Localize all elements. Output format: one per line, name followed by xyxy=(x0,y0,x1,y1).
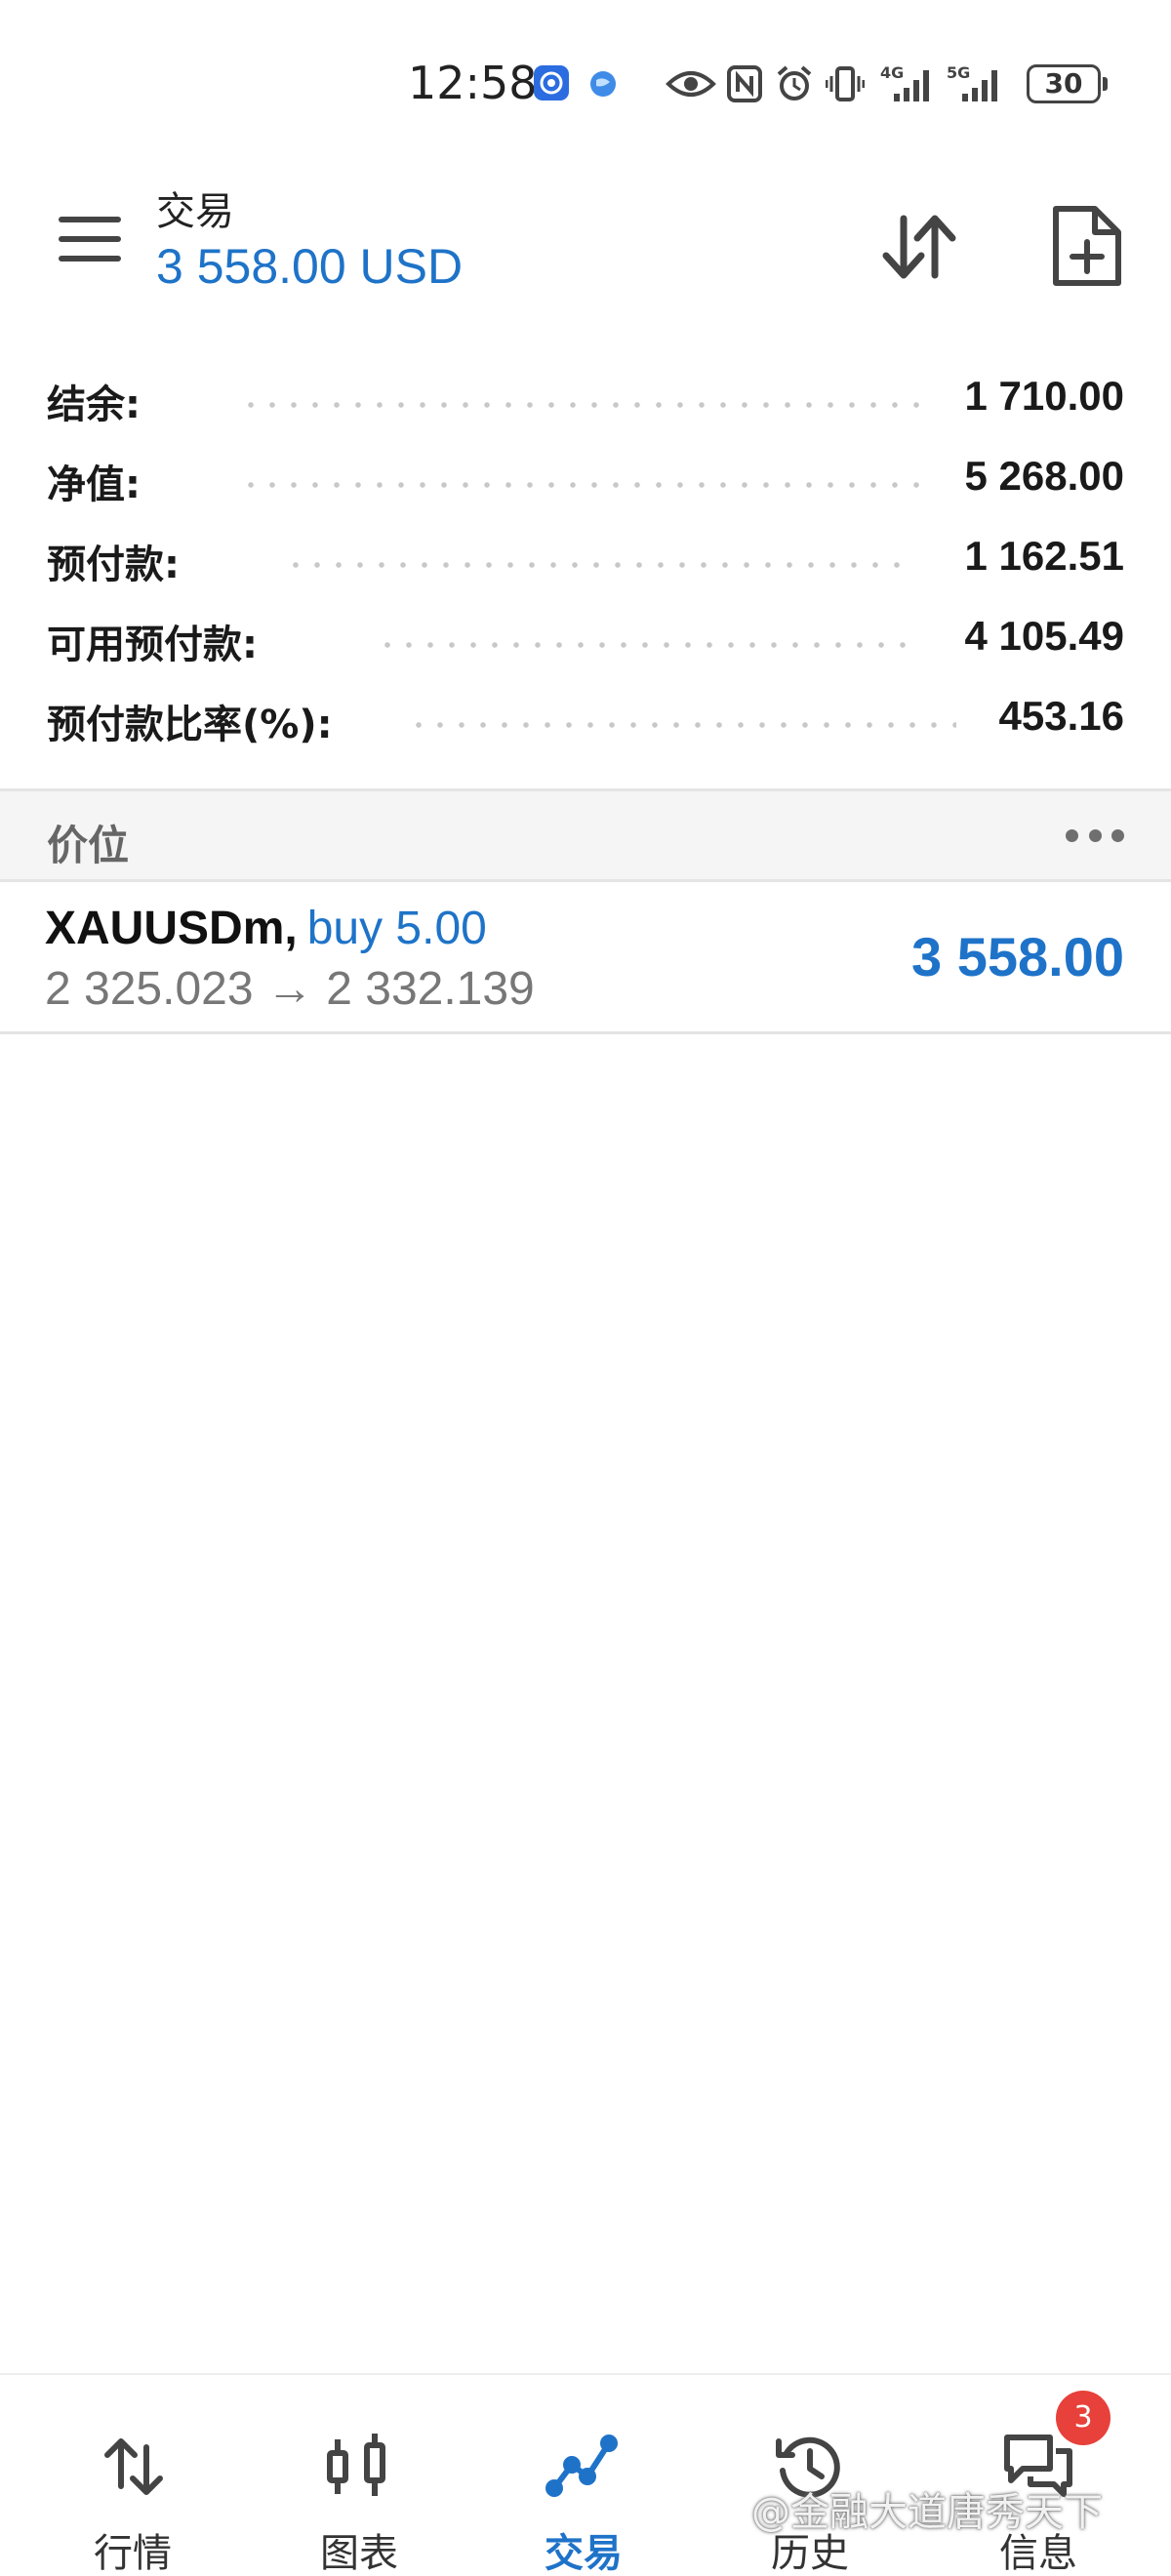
app-notification-icon xyxy=(534,65,569,101)
nav-label: 交易 xyxy=(545,2531,623,2576)
dotted-leader xyxy=(240,402,919,408)
summary-row-margin: 预付款: 1 162.51 xyxy=(0,519,1171,599)
status-bar: 12:58 4G 5G 30 xyxy=(0,49,1171,123)
summary-value: 453.16 xyxy=(998,693,1124,739)
watermark: @金融大道唐秀天下 xyxy=(751,2490,1103,2535)
vibrate-icon xyxy=(826,66,865,101)
position-prices: 2 325.023 → 2 332.139 xyxy=(45,963,535,1015)
nav-label: 行情 xyxy=(94,2531,172,2576)
messages-badge: 3 xyxy=(1056,2391,1110,2445)
summary-value: 4 105.49 xyxy=(964,613,1125,659)
sort-arrows-icon xyxy=(882,215,956,279)
summary-label: 可用预付款: xyxy=(47,623,258,667)
battery-indicator: 30 xyxy=(1027,64,1108,103)
summary-value: 5 268.00 xyxy=(964,453,1125,499)
page-title: 交易 xyxy=(156,189,234,234)
dotted-leader xyxy=(285,562,908,568)
alarm-icon xyxy=(777,65,812,101)
menu-icon xyxy=(59,217,121,222)
position-symbol: XAUUSDm, xyxy=(45,903,298,954)
network-4g-label: 4G xyxy=(880,63,904,82)
summary-row-equity: 净值: 5 268.00 xyxy=(0,439,1171,519)
sort-button[interactable] xyxy=(878,205,960,287)
nav-item-chart[interactable]: 图表 xyxy=(262,2375,457,2576)
position-symbol-line: XAUUSDm, buy 5.00 xyxy=(45,902,487,955)
more-dots-icon xyxy=(1066,828,1078,842)
nfc-icon xyxy=(727,65,762,102)
summary-value: 1 710.00 xyxy=(964,373,1125,419)
status-time: 12:58 xyxy=(408,57,538,109)
header-balance: 3 558.00 USD xyxy=(156,239,464,294)
nav-label: 图表 xyxy=(320,2531,398,2576)
position-row[interactable]: XAUUSDm, buy 5.00 2 325.023 → 2 332.139 3… xyxy=(0,882,1171,1034)
bottom-navigation: 行情 图表 交易 历史 信息 xyxy=(0,2373,1171,2576)
candlestick-chart-icon xyxy=(327,2434,385,2496)
more-options-button[interactable] xyxy=(1066,821,1124,850)
account-summary: 结余: 1 710.00 净值: 5 268.00 预付款: 1 162.51 … xyxy=(0,359,1171,759)
nav-item-history[interactable]: 历史 xyxy=(712,2375,908,2576)
summary-label: 结余: xyxy=(47,382,141,427)
menu-button[interactable] xyxy=(59,217,121,265)
positions-section-header: 价位 xyxy=(0,788,1171,882)
summary-label: 预付款: xyxy=(47,543,180,587)
summary-label: 净值: xyxy=(47,463,141,507)
quotes-arrows-icon xyxy=(104,2438,163,2495)
summary-row-margin-level: 预付款比率(%): 453.16 xyxy=(0,679,1171,759)
dotted-leader xyxy=(408,722,956,728)
network-5g-label: 5G xyxy=(947,63,970,82)
signal-5g-icon: 5G xyxy=(947,63,997,101)
nav-item-quotes[interactable]: 行情 xyxy=(35,2375,230,2576)
signal-4g-icon: 4G xyxy=(880,63,929,101)
nav-item-trade[interactable]: 交易 xyxy=(486,2375,681,2576)
summary-value: 1 162.51 xyxy=(964,533,1125,579)
browser-notification-icon xyxy=(590,71,616,97)
summary-row-free-margin: 可用预付款: 4 105.49 xyxy=(0,599,1171,679)
eye-icon xyxy=(666,71,716,97)
new-order-button[interactable] xyxy=(1050,203,1124,289)
summary-row-balance: 结余: 1 710.00 xyxy=(0,359,1171,439)
app-header: 交易 3 558.00 USD xyxy=(0,166,1171,312)
position-type: buy 5.00 xyxy=(306,903,487,954)
trade-line-icon xyxy=(545,2435,618,2497)
position-profit: 3 558.00 xyxy=(911,926,1124,987)
section-title: 价位 xyxy=(47,822,130,869)
dotted-leader xyxy=(240,482,919,488)
summary-label: 预付款比率(%): xyxy=(47,703,333,747)
new-document-icon xyxy=(1053,206,1121,286)
trade-screen: 12:58 4G 5G 30 交易 3 558.00 USD 结余: 1 710… xyxy=(0,0,1171,2576)
dotted-leader xyxy=(377,642,908,648)
